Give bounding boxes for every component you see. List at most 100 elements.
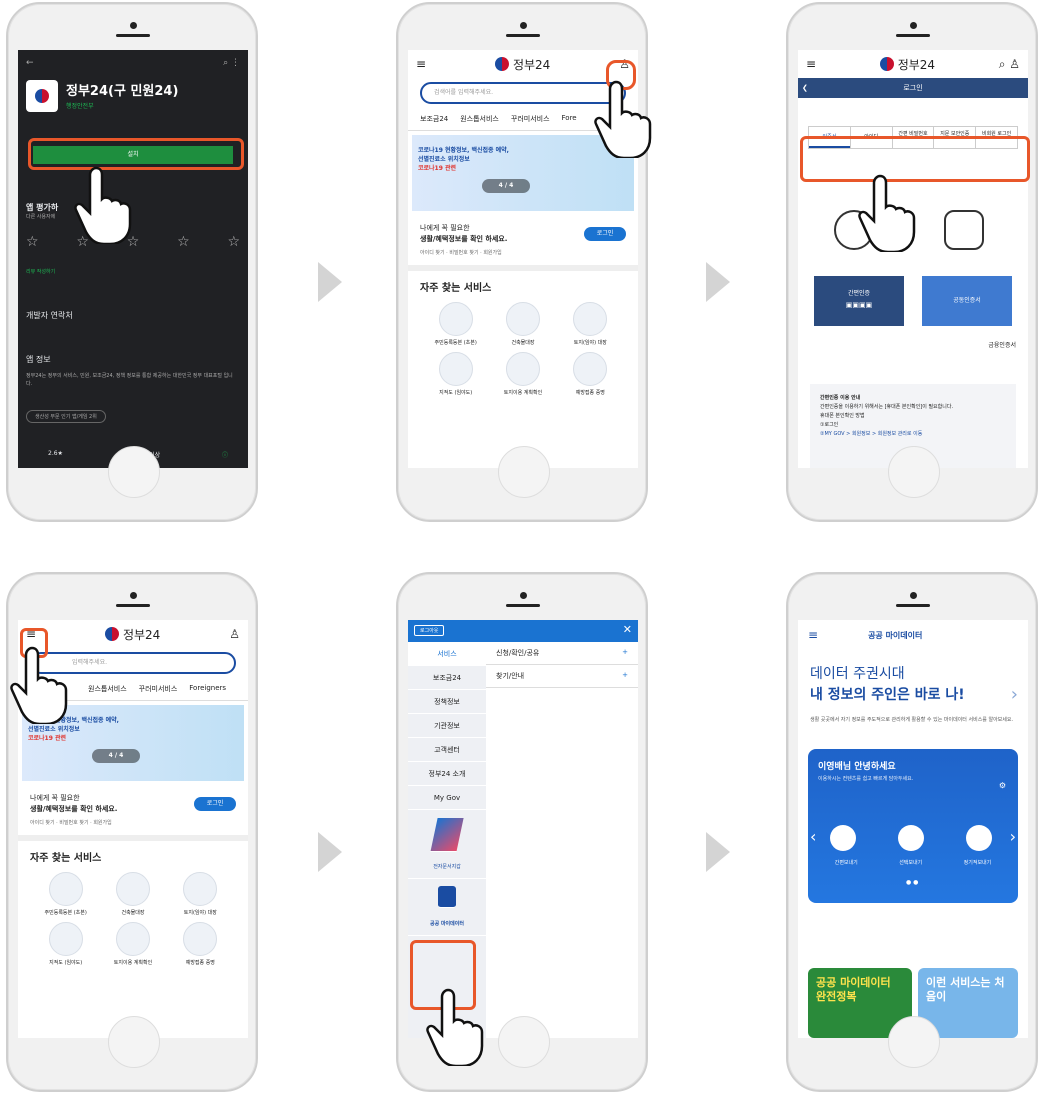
plus-icon[interactable]: + xyxy=(622,648,628,658)
app-description: 정부24는 정부의 서비스, 민원, 보조금24, 정책 정보를 통합 제공하는… xyxy=(26,373,233,387)
close-icon[interactable]: ✕ xyxy=(623,623,632,636)
service-item[interactable]: 예방접종 증명 xyxy=(167,922,234,966)
age-icon: ⓘ xyxy=(221,452,228,459)
send-periodic-icon[interactable] xyxy=(966,824,992,851)
guide-line: ②MY GOV > 회원정보 > 회원정보 관리로 이동 xyxy=(820,431,923,437)
review-link[interactable]: 리뷰 작성하기 xyxy=(26,268,55,275)
frequent-services-title: 자주 찾는 서비스 xyxy=(30,853,102,865)
tab-bundle[interactable]: 꾸러미서비스 xyxy=(511,114,550,124)
plus-icon[interactable]: + xyxy=(622,671,628,681)
finance-cert-link[interactable]: 금융인증서 xyxy=(988,340,1016,349)
service-item[interactable]: 토지(임야) 대장 xyxy=(557,302,624,346)
login-titlebar: ❮ 로그인 xyxy=(798,78,1028,98)
step-arrow-1 xyxy=(318,262,342,302)
menu-support[interactable]: 고객센터 xyxy=(408,738,486,762)
search-icon[interactable]: ⌕ ⋮ xyxy=(223,58,240,68)
menu-icon[interactable]: ≡ xyxy=(806,57,816,71)
service-item[interactable]: 건축물대장 xyxy=(489,302,556,346)
headline-2: 내 정보의 주인은 바로 나! xyxy=(810,687,965,703)
menu-service[interactable]: 서비스 xyxy=(408,642,486,666)
pointer-hand-icon xyxy=(10,646,68,724)
service-item[interactable]: 토지이용 계획확인 xyxy=(489,352,556,396)
home-button[interactable] xyxy=(888,446,940,498)
speaker xyxy=(116,604,150,607)
menu-about[interactable]: 정부24 소개 xyxy=(408,762,486,786)
rank-badge: 생산성 부문 인기 앱/게임 2위 xyxy=(26,410,106,423)
e-wallet-app[interactable]: 전자문서지갑 xyxy=(408,810,486,879)
tab-subsidy[interactable]: 보조금24 xyxy=(420,114,448,124)
tab-bundle[interactable]: 꾸러미서비스 xyxy=(139,684,178,694)
login-button[interactable]: 로그인 xyxy=(194,797,236,811)
highlight-install xyxy=(28,138,244,170)
menu-sub-find[interactable]: 찾기/안내 + xyxy=(486,665,638,688)
home-button[interactable] xyxy=(498,446,550,498)
icon-label: 선택보내기 xyxy=(899,859,923,866)
gear-icon[interactable]: ⚙ xyxy=(999,781,1006,790)
app-info[interactable]: 앱 정보 xyxy=(26,354,51,365)
send-select-icon[interactable] xyxy=(898,824,924,851)
mydata-logo[interactable]: 공공 마이데이터 xyxy=(868,630,922,641)
service-item[interactable]: 지적도 (임야도) xyxy=(422,352,489,396)
menu-policy[interactable]: 정책정보 xyxy=(408,690,486,714)
mydata-app[interactable]: 공공 마이데이터 xyxy=(408,876,486,936)
easy-auth-button[interactable]: 간편인증 ▣▣▣▣ xyxy=(814,276,904,326)
back-icon[interactable]: ❮ xyxy=(802,78,808,98)
account-links[interactable]: 아이디 찾기 · 비밀번호 찾기 · 회원가입 xyxy=(30,819,236,827)
guide-line: 휴대폰 본인확인 방법 xyxy=(820,413,865,419)
menu-icon[interactable]: ≡ xyxy=(416,57,426,71)
service-item[interactable]: 건축물대장 xyxy=(99,872,166,916)
pointer-hand-icon xyxy=(74,166,132,244)
icon-label: 정기적보내기 xyxy=(963,859,992,866)
logout-button[interactable]: 로그아웃 xyxy=(414,625,445,636)
chevron-left-icon[interactable]: ‹ xyxy=(810,827,816,846)
service-grid: 주민등록등본 (초본) 건축물대장 토지(임야) 대장 지적도 (임야도) 토지… xyxy=(18,872,248,966)
service-grid: 주민등록등본 (초본) 건축물대장 토지(임야) 대장 지적도 (임야도) 토지… xyxy=(408,302,638,396)
wallet-icon xyxy=(430,818,464,852)
home-button[interactable] xyxy=(498,1016,550,1068)
app-developer[interactable]: 행정안전부 xyxy=(66,101,178,110)
gov24-logo[interactable]: 정부24 xyxy=(104,626,160,643)
carousel-dots: ● ● xyxy=(906,878,919,886)
send-simple-icon[interactable] xyxy=(830,824,856,851)
account-links[interactable]: 아이디 찾기 · 비밀번호 찾기 · 회원가입 xyxy=(420,249,626,257)
speaker xyxy=(506,604,540,607)
service-item[interactable]: 주민등록등본 (초본) xyxy=(32,872,99,916)
menu-sub-apply[interactable]: 신청/확인/공유 + xyxy=(486,642,638,665)
chevron-right-icon[interactable]: › xyxy=(1010,827,1016,846)
rating-value: 2.6★ xyxy=(48,450,63,457)
tab-foreigners[interactable]: Fore xyxy=(562,114,577,124)
phone-3: ≡ 정부24 ⌕ ♙ ❮ 로그인 인증서 아이디 간편 비밀번호 지문 보안인증 비회… xyxy=(786,2,1038,522)
menu-agency[interactable]: 기관정보 xyxy=(408,714,486,738)
menu-mygov[interactable]: My Gov xyxy=(408,786,486,810)
welcome-card: 이영배님 안녕하세요 이용하시는 컨텐츠를 쉽고 빠르게 담아두세요. ⚙ ‹ … xyxy=(808,748,1018,903)
home-button[interactable] xyxy=(108,1016,160,1068)
service-item[interactable]: 지적도 (임야도) xyxy=(32,922,99,966)
service-item[interactable]: 토지(임야) 대장 xyxy=(167,872,234,916)
mydata-logo-icon xyxy=(438,886,456,908)
service-item[interactable]: 토지이용 계획확인 xyxy=(99,922,166,966)
home-button[interactable] xyxy=(888,1016,940,1068)
tab-onestop[interactable]: 원스톱서비스 xyxy=(460,114,499,124)
phone-1: ← ⌕ ⋮ 정부24(구 민원24) 행정안전부 설치 앱 평가하 다른 사용자에… xyxy=(6,2,258,522)
chevron-right-icon[interactable]: › xyxy=(1011,684,1018,705)
back-icon[interactable]: ← xyxy=(26,58,34,68)
menu-subsidy[interactable]: 보조금24 xyxy=(408,666,486,690)
gov24-logo[interactable]: 정부24 xyxy=(879,56,935,73)
tab-onestop[interactable]: 원스톱서비스 xyxy=(88,684,127,694)
joint-cert-button[interactable]: 공동인증서 xyxy=(922,276,1012,326)
camera xyxy=(910,592,917,599)
service-item[interactable]: 주민등록등본 (초본) xyxy=(422,302,489,346)
home-button[interactable] xyxy=(108,446,160,498)
login-button[interactable]: 로그인 xyxy=(584,227,626,241)
service-item[interactable]: 예방접종 증명 xyxy=(557,352,624,396)
camera xyxy=(910,22,917,29)
user-icon[interactable]: ♙ xyxy=(229,627,240,641)
camera xyxy=(130,22,137,29)
greeting-sub: 이용하시는 컨텐츠를 쉽고 빠르게 담아두세요. xyxy=(818,775,914,782)
developer-contact[interactable]: 개발자 연락처 xyxy=(26,310,73,321)
search-user-icons[interactable]: ⌕ ♙ xyxy=(999,57,1020,72)
tab-foreigners[interactable]: Foreigners xyxy=(189,684,226,694)
menu-icon[interactable]: ≡ xyxy=(808,628,818,642)
phone-5: 로그아웃 ✕ 서비스 보조금24 정책정보 기관정보 고객센터 정부24 소개 … xyxy=(396,572,648,1092)
gov24-logo[interactable]: 정부24 xyxy=(494,56,550,73)
